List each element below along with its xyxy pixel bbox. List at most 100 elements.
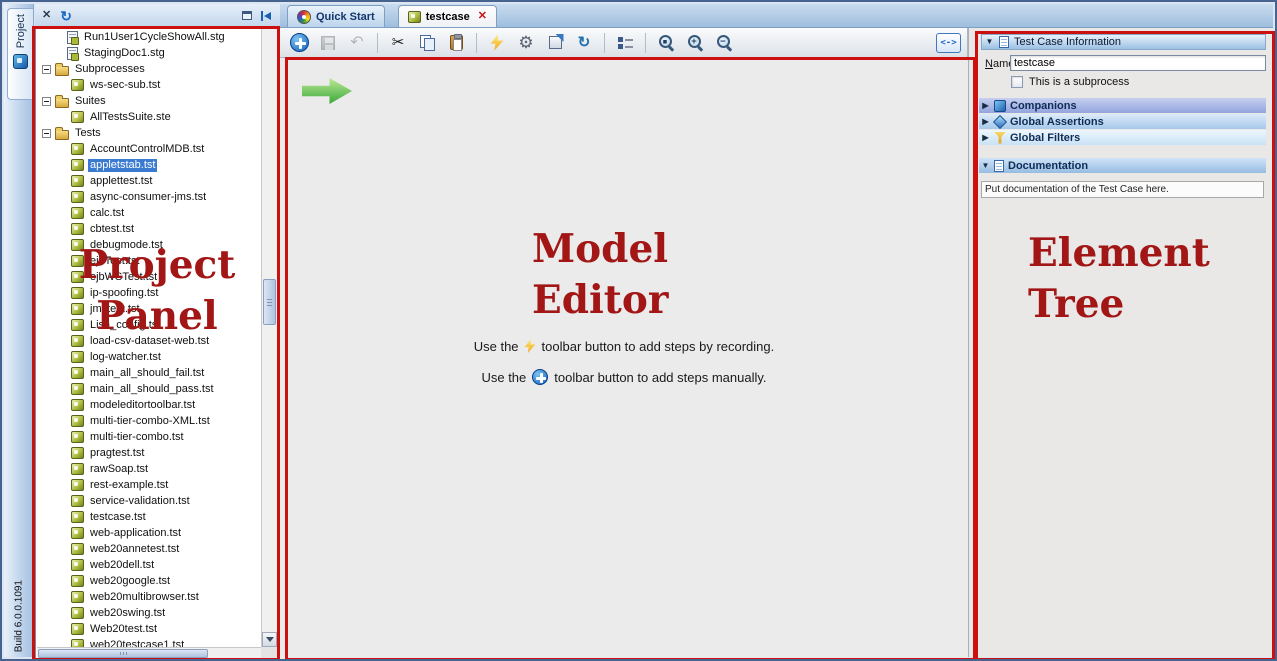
- tree-item[interactable]: log-watcher.tst: [37, 349, 261, 365]
- tree-item[interactable]: pragtest.tst: [37, 445, 261, 461]
- tab-label: testcase: [426, 11, 470, 23]
- tree-expander-icon[interactable]: [42, 97, 51, 106]
- tree-item[interactable]: ws-sec-sub.tst: [37, 77, 261, 93]
- tree-expander-icon[interactable]: [42, 65, 51, 74]
- settings-icon: [518, 34, 533, 51]
- sidebar-tab-project[interactable]: Project: [7, 8, 33, 100]
- subprocess-checkbox[interactable]: [1011, 76, 1023, 88]
- refresh-layout-button[interactable]: [571, 31, 597, 55]
- tree-item[interactable]: Run1User1CycleShowAll.stg: [37, 29, 261, 45]
- tree-item[interactable]: AccountControlMDB.tst: [37, 141, 261, 157]
- tab-quick-start[interactable]: Quick Start: [287, 5, 385, 27]
- layout-options-icon: [618, 36, 633, 50]
- tree-item[interactable]: web20testcase1.tst: [37, 637, 261, 647]
- tree-item[interactable]: web20google.tst: [37, 573, 261, 589]
- tree-item[interactable]: load-csv-dataset-web.tst: [37, 333, 261, 349]
- float-panel-icon[interactable]: [242, 11, 252, 20]
- section-companions[interactable]: ▶Companions: [979, 98, 1266, 113]
- cut-button[interactable]: [385, 31, 411, 55]
- tree-item[interactable]: calc.tst: [37, 205, 261, 221]
- vertical-scrollbar-thumb[interactable]: [263, 279, 276, 325]
- zoom-out-button[interactable]: −: [711, 31, 737, 55]
- tree-item[interactable]: Suites: [37, 93, 261, 109]
- model-editor-canvas[interactable]: Use thetoolbar button to add steps by re…: [280, 58, 968, 661]
- tree-item[interactable]: modeleditortoolbar.tst: [37, 397, 261, 413]
- section-arrow-icon[interactable]: ▶: [981, 134, 990, 142]
- test-case-information-header[interactable]: ▼ Test Case Information: [981, 34, 1266, 50]
- tree-item-label: calc.tst: [88, 207, 126, 220]
- settings-button[interactable]: [513, 31, 539, 55]
- test-icon: [71, 463, 84, 475]
- tree-item[interactable]: main_all_should_fail.tst: [37, 365, 261, 381]
- section-arrow-icon[interactable]: ▶: [981, 102, 990, 110]
- close-panel-icon[interactable]: ✕: [42, 10, 51, 21]
- dock-panel-icon[interactable]: [261, 11, 273, 21]
- tree-item[interactable]: web20dell.tst: [37, 557, 261, 573]
- section-label: Global Filters: [1010, 132, 1080, 144]
- test-icon: [71, 415, 84, 427]
- tree-item[interactable]: main_all_should_pass.tst: [37, 381, 261, 397]
- refresh-icon[interactable]: ↻: [60, 9, 72, 23]
- scroll-down-button[interactable]: [262, 632, 277, 647]
- paste-button[interactable]: [443, 31, 469, 55]
- tree-item[interactable]: service-validation.tst: [37, 493, 261, 509]
- tree-item[interactable]: ejbTest.tst: [37, 253, 261, 269]
- tree-item[interactable]: Web20test.tst: [37, 621, 261, 637]
- tree-item[interactable]: ejbWSTest.tst: [37, 269, 261, 285]
- zoom-fit-icon: ▪: [658, 34, 675, 51]
- tree-item[interactable]: rawSoap.tst: [37, 461, 261, 477]
- test-icon: [71, 367, 84, 379]
- tree-item[interactable]: jmstest.tst: [37, 301, 261, 317]
- tree-item[interactable]: applettest.tst: [37, 173, 261, 189]
- tree-item[interactable]: Lisa_config.tst: [37, 317, 261, 333]
- copy-button[interactable]: [414, 31, 440, 55]
- section-arrow-icon[interactable]: ▶: [981, 118, 990, 126]
- name-field[interactable]: [1010, 55, 1266, 71]
- tree-item[interactable]: web20swing.tst: [37, 605, 261, 621]
- tree-item[interactable]: AllTestsSuite.ste: [37, 109, 261, 125]
- tree-item[interactable]: debugmode.tst: [37, 237, 261, 253]
- add-step-button[interactable]: [286, 31, 312, 55]
- save-button: [315, 31, 341, 55]
- tree-item[interactable]: StagingDoc1.stg: [37, 45, 261, 61]
- tree-item-label: Lisa_config.tst: [88, 319, 162, 332]
- tab-testcase[interactable]: testcase ✕: [398, 5, 497, 27]
- tree-item[interactable]: async-consumer-jms.tst: [37, 189, 261, 205]
- documentation-field[interactable]: [981, 181, 1264, 198]
- test-icon: [71, 591, 84, 603]
- horizontal-scrollbar-thumb[interactable]: [38, 649, 208, 658]
- export-button[interactable]: [542, 31, 568, 55]
- section-label: Global Assertions: [1010, 116, 1104, 128]
- horizontal-scrollbar[interactable]: [37, 647, 261, 659]
- record-button[interactable]: [484, 31, 510, 55]
- zoom-in-button[interactable]: +: [682, 31, 708, 55]
- tree-item[interactable]: appletstab.tst: [37, 157, 261, 173]
- tree-item[interactable]: multi-tier-combo.tst: [37, 429, 261, 445]
- tree-item[interactable]: web-application.tst: [37, 525, 261, 541]
- test-icon: [71, 383, 84, 395]
- tree-item[interactable]: Subprocesses: [37, 61, 261, 77]
- tree-item[interactable]: ip-spoofing.tst: [37, 285, 261, 301]
- close-tab-icon[interactable]: ✕: [478, 11, 487, 22]
- vertical-scrollbar[interactable]: [261, 29, 277, 647]
- layout-options-button[interactable]: [612, 31, 638, 55]
- tree-item[interactable]: web20multibrowser.tst: [37, 589, 261, 605]
- tree-item[interactable]: Tests: [37, 125, 261, 141]
- section-global-filters[interactable]: ▶ Global Filters: [979, 130, 1266, 145]
- tree-item[interactable]: multi-tier-combo-XML.tst: [37, 413, 261, 429]
- section-arrow-icon[interactable]: ▼: [981, 162, 990, 170]
- test-icon: [71, 239, 84, 251]
- section-global-assertions[interactable]: ▶ Global Assertions: [979, 114, 1266, 129]
- tree-expander-icon[interactable]: [42, 129, 51, 138]
- toolbar-separator: [645, 33, 646, 53]
- tree-item[interactable]: testcase.tst: [37, 509, 261, 525]
- tree-item[interactable]: rest-example.tst: [37, 477, 261, 493]
- test-icon: [71, 255, 84, 267]
- collapse-arrow-icon[interactable]: ▼: [985, 38, 994, 46]
- section-documentation[interactable]: ▼Documentation: [979, 158, 1266, 173]
- tree-item[interactable]: cbtest.tst: [37, 221, 261, 237]
- tree-item[interactable]: web20annetest.tst: [37, 541, 261, 557]
- zoom-fit-button[interactable]: ▪: [653, 31, 679, 55]
- test-icon: [71, 207, 84, 219]
- code-view-toggle-button[interactable]: <->: [936, 33, 961, 53]
